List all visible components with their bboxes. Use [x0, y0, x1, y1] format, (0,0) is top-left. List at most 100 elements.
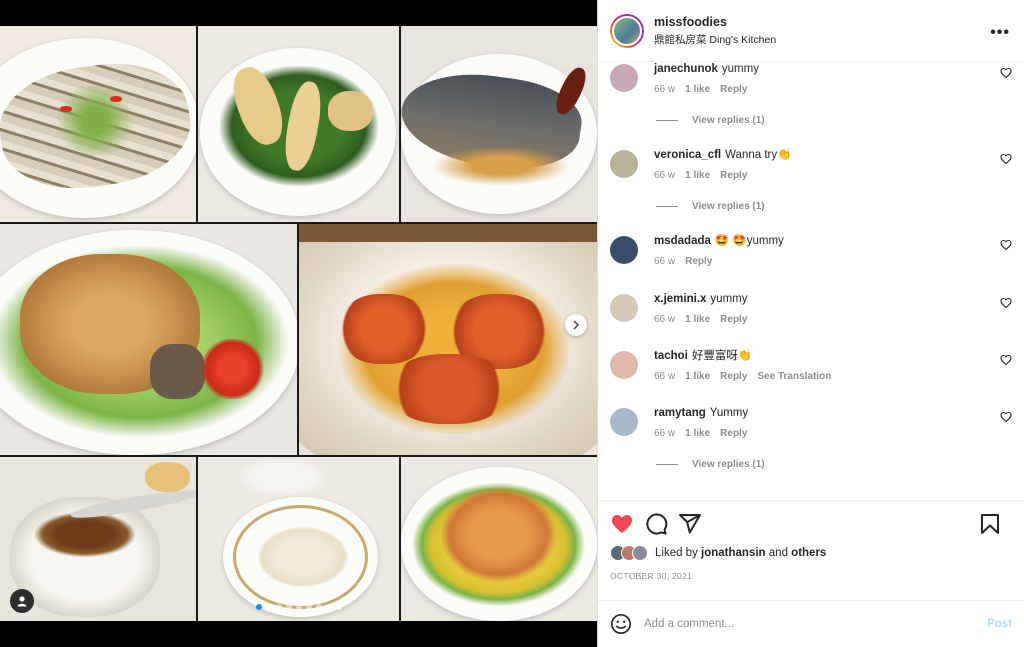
- share-icon[interactable]: [678, 512, 702, 536]
- comment-like-icon[interactable]: [1000, 239, 1012, 251]
- comment-item: msdadada 🤩 🤩yummy 66 w Reply: [610, 234, 1012, 267]
- comment-item: tachoi 好豐富呀👏 66 w 1 like Reply See Translatio…: [610, 349, 1012, 382]
- comment-username[interactable]: ramytang: [654, 407, 706, 419]
- carousel-dot: [315, 604, 322, 610]
- carousel-dot: [265, 604, 272, 610]
- photo-razor-clams: [0, 26, 196, 222]
- divider: [656, 206, 678, 207]
- comment-like-icon[interactable]: [1000, 67, 1012, 79]
- comment-input[interactable]: [644, 618, 964, 630]
- reply-button[interactable]: Reply: [720, 314, 747, 325]
- comment-like-icon[interactable]: [1000, 354, 1012, 366]
- comment-likes[interactable]: 1 like: [685, 84, 710, 95]
- photo-crab-rice: [299, 224, 597, 455]
- view-replies-label: View replies (1): [692, 115, 765, 126]
- post-comment-button[interactable]: Post: [987, 618, 1012, 630]
- avatar[interactable]: [610, 13, 644, 48]
- comment-text: yummy: [721, 63, 759, 75]
- more-horizontal-icon: •••: [990, 24, 1010, 41]
- carousel-dot: [325, 604, 332, 610]
- comment-text: 🤩 🤩yummy: [714, 235, 784, 247]
- comment-likes[interactable]: 1 like: [685, 428, 710, 439]
- liked-by-prefix: Liked by: [655, 547, 698, 559]
- post-actions: Liked by jonathansin and others OCTOBER …: [598, 500, 1024, 600]
- avatar[interactable]: [610, 236, 638, 264]
- comment-likes[interactable]: 1 like: [685, 170, 710, 181]
- comment-username[interactable]: x.jemini.x: [654, 293, 706, 305]
- comment-time[interactable]: 66 w: [654, 256, 675, 267]
- photo-dessert-bowl: [198, 457, 399, 621]
- liked-by-and: and: [768, 547, 788, 559]
- comment-composer: Post: [598, 600, 1024, 647]
- comment-username[interactable]: tachoi: [654, 350, 688, 362]
- chevron-right-icon: [573, 320, 580, 330]
- comment-username[interactable]: msdadada: [654, 235, 711, 247]
- carousel-dot: [305, 604, 312, 610]
- post-username[interactable]: missfoodies: [654, 15, 776, 29]
- comment-item: veronica_cfl Wanna try👏 66 w 1 like Reply: [610, 148, 1012, 181]
- emoji-icon[interactable]: [610, 613, 632, 635]
- comment-time[interactable]: 66 w: [654, 371, 675, 382]
- avatar[interactable]: [610, 294, 638, 322]
- comment-username[interactable]: janechunok: [654, 63, 718, 75]
- reply-button[interactable]: Reply: [720, 428, 747, 439]
- avatar[interactable]: [610, 64, 638, 92]
- avatar[interactable]: [610, 351, 638, 379]
- photo-pork-chop: [0, 224, 297, 455]
- carousel-dot: [335, 604, 342, 610]
- post-date[interactable]: OCTOBER 30, 2021: [610, 571, 1012, 581]
- reply-button[interactable]: Reply: [720, 170, 747, 181]
- divider: [656, 464, 678, 465]
- comment-time[interactable]: 66 w: [654, 428, 675, 439]
- comment-text: 好豐富呀👏: [691, 350, 753, 362]
- view-replies-button[interactable]: View replies (1): [656, 115, 765, 126]
- heart-filled-icon[interactable]: [610, 512, 634, 536]
- carousel-dot: [255, 604, 262, 610]
- comment-time[interactable]: 66 w: [654, 170, 675, 181]
- comment-like-icon[interactable]: [1000, 411, 1012, 423]
- comment-like-icon[interactable]: [1000, 297, 1012, 309]
- photo-steamed-fish: [401, 26, 597, 222]
- post-location[interactable]: 鼎館私房菜 Ding's Kitchen: [654, 32, 776, 47]
- post-sidebar: missfoodies 鼎館私房菜 Ding's Kitchen ••• jan…: [597, 0, 1024, 647]
- comment-text: Yummy: [709, 407, 749, 419]
- liked-by-summary[interactable]: Liked by jonathansin and others: [610, 545, 1012, 561]
- more-options-button[interactable]: •••: [990, 24, 1010, 42]
- view-replies-label: View replies (1): [692, 459, 765, 470]
- comment-like-icon[interactable]: [1000, 153, 1012, 165]
- view-replies-button[interactable]: View replies (1): [656, 459, 765, 470]
- divider: [656, 120, 678, 121]
- comment-item: ramytang Yummy 66 w 1 like Reply: [610, 406, 1012, 439]
- carousel-indicator: [0, 604, 597, 610]
- reply-button[interactable]: Reply: [720, 371, 747, 382]
- comment-item: janechunok yummy 66 w 1 like Reply: [610, 62, 1012, 95]
- view-replies-label: View replies (1): [692, 201, 765, 212]
- comment-text: yummy: [710, 293, 748, 305]
- comment-time[interactable]: 66 w: [654, 84, 675, 95]
- carousel-dot: [295, 604, 302, 610]
- post-header: missfoodies 鼎館私房菜 Ding's Kitchen •••: [598, 0, 1024, 62]
- comment-list[interactable]: janechunok yummy 66 w1 like Reply View repli…: [598, 62, 1024, 500]
- next-slide-button[interactable]: [565, 314, 587, 336]
- avatar: [632, 545, 648, 561]
- carousel-dot: [275, 604, 282, 610]
- bookmark-icon[interactable]: [978, 512, 1002, 536]
- avatar[interactable]: [610, 408, 638, 436]
- reply-button[interactable]: Reply: [720, 84, 747, 95]
- comment-icon[interactable]: [644, 512, 668, 536]
- comment-text: Wanna try👏: [725, 149, 792, 161]
- reply-button[interactable]: Reply: [685, 256, 712, 267]
- avatar[interactable]: [610, 150, 638, 178]
- liked-by-others[interactable]: others: [791, 547, 826, 559]
- liked-by-user[interactable]: jonathansin: [701, 547, 766, 559]
- comment-item: x.jemini.x yummy 66 w 1 like Reply: [610, 292, 1012, 325]
- comment-likes[interactable]: 1 like: [685, 371, 710, 382]
- comment-likes[interactable]: 1 like: [685, 314, 710, 325]
- comment-time[interactable]: 66 w: [654, 314, 675, 325]
- photo-fried-prawns: [401, 457, 597, 621]
- comment-username[interactable]: veronica_cfl: [654, 149, 721, 161]
- see-translation-button[interactable]: See Translation: [757, 371, 831, 382]
- post-image[interactable]: [0, 26, 597, 621]
- carousel-dot: [285, 604, 292, 610]
- view-replies-button[interactable]: View replies (1): [656, 201, 765, 212]
